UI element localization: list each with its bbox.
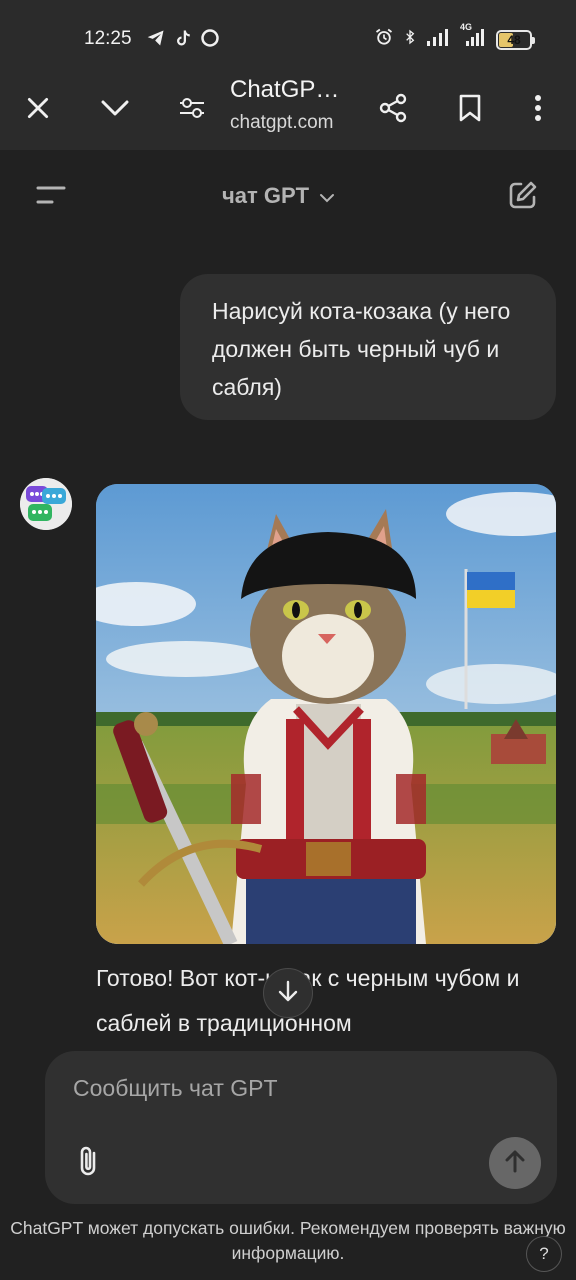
status-bar: 12:25 4G 48 (0, 0, 576, 70)
disclaimer-text: ChatGPT может допускать ошибки. Рекоменд… (10, 1218, 566, 1263)
signal-4g-icon: 4G (458, 22, 488, 51)
chevron-down-icon (100, 98, 130, 123)
message-input[interactable]: Сообщить чат GPT (73, 1075, 278, 1102)
more-options-button[interactable] (514, 86, 562, 134)
generated-image[interactable] (96, 484, 556, 944)
telegram-icon (146, 28, 166, 53)
help-button[interactable]: ? (526, 1236, 562, 1272)
sidebar-menu-button[interactable] (26, 172, 76, 222)
status-left-icons (146, 28, 220, 53)
status-time: 12:25 (84, 28, 132, 49)
page-title[interactable]: ChatGP… (230, 76, 339, 104)
minimize-button[interactable] (91, 86, 139, 134)
attach-button[interactable] (69, 1141, 109, 1185)
bookmark-button[interactable] (446, 86, 494, 134)
assistant-message: Готово! Вот кот-козак с черным чубом и с… (96, 965, 520, 1036)
menu-icon (35, 184, 67, 211)
user-message: Нарисуй кота-козака (у него должен быть … (180, 274, 556, 420)
arrow-down-icon (277, 979, 299, 1008)
message-composer: Сообщить чат GPT (45, 1051, 557, 1204)
chevron-down-icon (319, 183, 335, 209)
model-name: чат GPT (222, 183, 310, 208)
model-selector[interactable]: чат GPT (222, 183, 335, 209)
paperclip-icon (75, 1144, 103, 1183)
browser-toolbar: ChatGP… chatgpt.com (0, 70, 576, 150)
tiktok-icon (174, 28, 192, 53)
chat-header: чат GPT (0, 150, 576, 242)
share-button[interactable] (369, 86, 417, 134)
site-settings-icon (178, 95, 206, 126)
bluetooth-icon (402, 27, 418, 52)
battery-icon: 48 (496, 29, 535, 50)
network-type-label: 4G (460, 22, 473, 32)
battery-level: 48 (507, 32, 521, 47)
site-settings-button[interactable] (168, 86, 216, 134)
close-tab-button[interactable] (14, 86, 62, 134)
edit-icon (507, 179, 539, 216)
arrow-up-icon (504, 1148, 526, 1179)
scroll-to-bottom-button[interactable] (263, 968, 313, 1018)
share-icon (378, 93, 408, 128)
page-url[interactable]: chatgpt.com (230, 112, 334, 134)
c-app-icon (200, 28, 220, 53)
bookmark-icon (459, 94, 481, 127)
status-right-icons: 4G 48 (374, 22, 535, 52)
more-vert-icon (534, 94, 542, 126)
signal-icon (426, 28, 450, 51)
close-icon (25, 95, 51, 126)
new-chat-button[interactable] (498, 172, 548, 222)
alarm-icon (374, 27, 394, 52)
assistant-avatar (20, 478, 72, 530)
send-button[interactable] (489, 1137, 541, 1189)
